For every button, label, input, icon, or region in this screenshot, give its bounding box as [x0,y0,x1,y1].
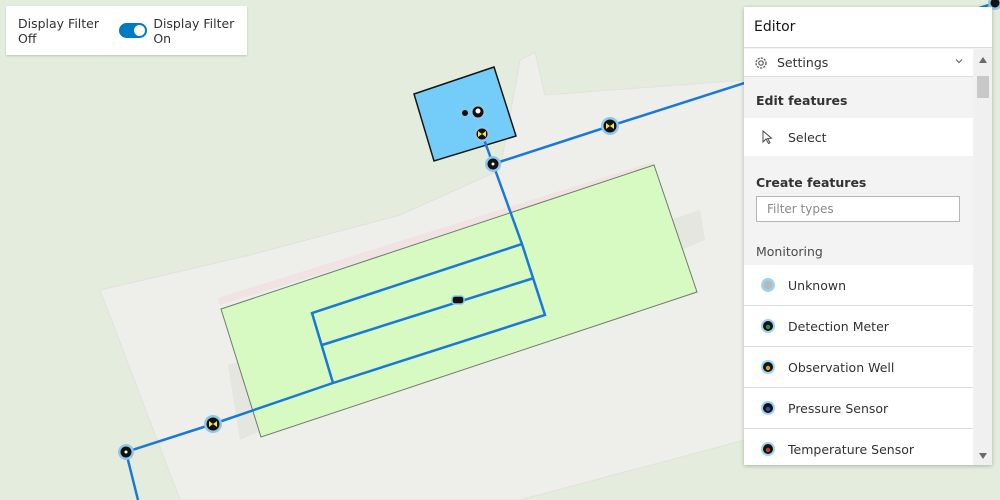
editor-panel: Editor Settings Edit features Select Cre… [744,7,992,465]
unknown-sensor-icon [761,278,775,292]
sensor-marker[interactable] [470,104,486,120]
select-label: Select [788,129,827,145]
feature-type-label: Observation Well [788,359,895,375]
settings-label: Settings [777,55,829,70]
feature-type-unknown[interactable]: Unknown [744,265,973,306]
select-button[interactable]: Select [744,118,973,156]
sensor-marker[interactable] [460,108,470,118]
filter-types-input[interactable] [756,196,960,222]
editor-title: Editor [754,19,796,35]
feature-type-label: Temperature Sensor [788,441,915,457]
editor-content: Edit features Select Create features Mon… [744,78,973,465]
display-filter-switch[interactable] [119,23,148,38]
chevron-down-icon [955,59,963,64]
valve-marker[interactable] [601,117,619,135]
scroll-up-arrow-icon[interactable] [978,55,988,65]
observation-well-icon [761,360,775,374]
feature-type-list: Unknown Detection Meter Observation Well… [744,265,973,465]
feature-type-observation-well[interactable]: Observation Well [744,347,973,388]
settings-expander[interactable]: Settings [744,49,973,77]
valve-marker[interactable] [204,415,222,433]
detection-meter-icon [761,319,775,333]
junction-marker[interactable] [118,444,134,460]
scrollbar-thumb[interactable] [977,76,989,98]
group-label-monitoring: Monitoring [756,244,823,259]
cursor-icon [762,129,773,145]
display-filter-off-label: Display Filter Off [18,15,100,46]
meter-marker[interactable] [451,295,465,305]
feature-type-label: Pressure Sensor [788,400,889,416]
feature-type-detection-meter[interactable]: Detection Meter [744,306,973,347]
valve-marker[interactable] [474,126,490,142]
feature-type-label: Detection Meter [788,318,889,334]
edit-features-title: Edit features [756,93,848,108]
pressure-sensor-icon [761,401,775,415]
editor-scrollbar[interactable] [974,49,992,465]
display-filter-on-label: Display Filter On [153,15,235,46]
junction-marker[interactable] [485,156,501,172]
feature-type-pressure-sensor[interactable]: Pressure Sensor [744,388,973,429]
scroll-down-arrow-icon[interactable] [978,451,988,461]
display-filter-toggle: Display Filter Off Display Filter On [6,6,247,55]
feature-type-label: Unknown [788,277,847,293]
editor-header: Editor [744,7,992,48]
feature-type-temperature-sensor[interactable]: Temperature Sensor [744,429,973,465]
gear-icon [755,56,767,69]
temperature-sensor-icon [761,442,775,456]
create-features-title: Create features [756,175,867,190]
